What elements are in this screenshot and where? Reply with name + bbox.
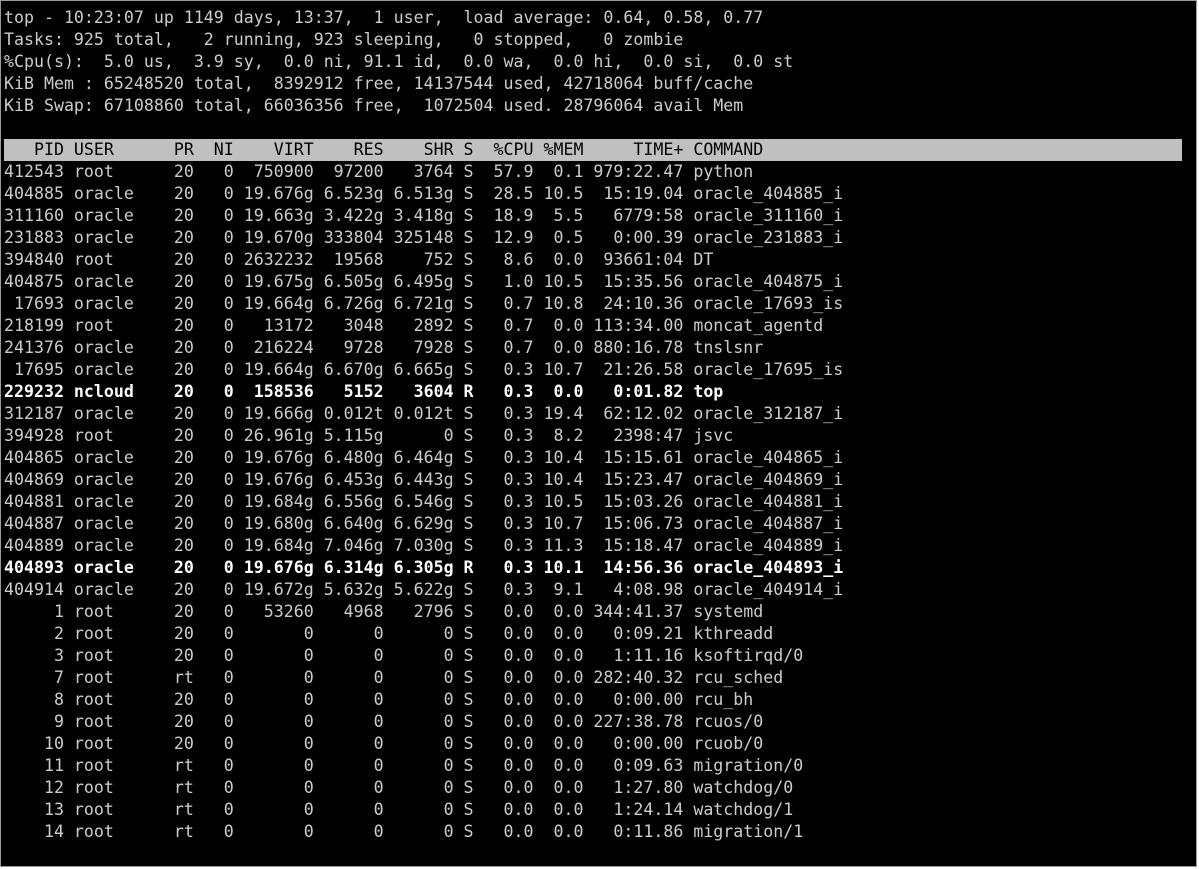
process-row: 10 root 20 0 0 0 0 S 0.0 0.0 0:00.00 rcu… (4, 734, 764, 753)
process-row: 17693 oracle 20 0 19.664g 6.726g 6.721g … (4, 294, 844, 313)
process-row: 404865 oracle 20 0 19.676g 6.480g 6.464g… (4, 448, 844, 467)
process-row: 8 root 20 0 0 0 0 S 0.0 0.0 0:00.00 rcu_… (4, 690, 754, 709)
process-row: 218199 root 20 0 13172 3048 2892 S 0.7 0… (4, 316, 824, 335)
process-table-header: PID USER PR NI VIRT RES SHR S %CPU %MEM … (4, 139, 1182, 161)
process-row: 404889 oracle 20 0 19.684g 7.046g 7.030g… (4, 536, 844, 555)
process-row: 9 root 20 0 0 0 0 S 0.0 0.0 227:38.78 rc… (4, 712, 764, 731)
process-row: 404885 oracle 20 0 19.676g 6.523g 6.513g… (4, 184, 844, 203)
process-row: 312187 oracle 20 0 19.666g 0.012t 0.012t… (4, 404, 844, 423)
process-row: 404881 oracle 20 0 19.684g 6.556g 6.546g… (4, 492, 844, 511)
process-row: 2 root 20 0 0 0 0 S 0.0 0.0 0:09.21 kthr… (4, 624, 774, 643)
process-row: 311160 oracle 20 0 19.663g 3.422g 3.418g… (4, 206, 844, 225)
terminal-window[interactable]: top - 10:23:07 up 1149 days, 13:37, 1 us… (0, 0, 1197, 867)
process-row: 12 root rt 0 0 0 0 S 0.0 0.0 1:27.80 wat… (4, 778, 794, 797)
process-row: 394928 root 20 0 26.961g 5.115g 0 S 0.3 … (4, 426, 734, 445)
process-row: 7 root rt 0 0 0 0 S 0.0 0.0 282:40.32 rc… (4, 668, 784, 687)
mem-line: KiB Mem : 65248520 total, 8392912 free, … (4, 74, 754, 93)
tasks-line: Tasks: 925 total, 2 running, 923 sleepin… (4, 30, 684, 49)
process-row: 229232 ncloud 20 0 158536 5152 3604 R 0.… (4, 382, 724, 401)
process-row: 241376 oracle 20 0 216224 9728 7928 S 0.… (4, 338, 764, 357)
process-row: 231883 oracle 20 0 19.670g 333804 325148… (4, 228, 844, 247)
uptime-line: top - 10:23:07 up 1149 days, 13:37, 1 us… (4, 8, 764, 27)
cpu-line: %Cpu(s): 5.0 us, 3.9 sy, 0.0 ni, 91.1 id… (4, 52, 794, 71)
process-row: 13 root rt 0 0 0 0 S 0.0 0.0 1:24.14 wat… (4, 800, 794, 819)
process-row: 14 root rt 0 0 0 0 S 0.0 0.0 0:11.86 mig… (4, 822, 804, 841)
process-row: 1 root 20 0 53260 4968 2796 S 0.0 0.0 34… (4, 602, 764, 621)
process-row: 17695 oracle 20 0 19.664g 6.670g 6.665g … (4, 360, 844, 379)
process-row: 404914 oracle 20 0 19.672g 5.632g 5.622g… (4, 580, 844, 599)
process-row: 404893 oracle 20 0 19.676g 6.314g 6.305g… (4, 558, 844, 577)
process-row: 3 root 20 0 0 0 0 S 0.0 0.0 1:11.16 ksof… (4, 646, 804, 665)
process-row: 404887 oracle 20 0 19.680g 6.640g 6.629g… (4, 514, 844, 533)
process-row: 394840 root 20 0 2632232 19568 752 S 8.6… (4, 250, 714, 269)
process-row: 11 root rt 0 0 0 0 S 0.0 0.0 0:09.63 mig… (4, 756, 804, 775)
process-row: 404869 oracle 20 0 19.676g 6.453g 6.443g… (4, 470, 844, 489)
swap-line: KiB Swap: 67108860 total, 66036356 free,… (4, 96, 744, 115)
process-row: 412543 root 20 0 750900 97200 3764 S 57.… (4, 162, 754, 181)
process-table: 412543 root 20 0 750900 97200 3764 S 57.… (1, 161, 1196, 843)
process-row: 404875 oracle 20 0 19.675g 6.505g 6.495g… (4, 272, 844, 291)
